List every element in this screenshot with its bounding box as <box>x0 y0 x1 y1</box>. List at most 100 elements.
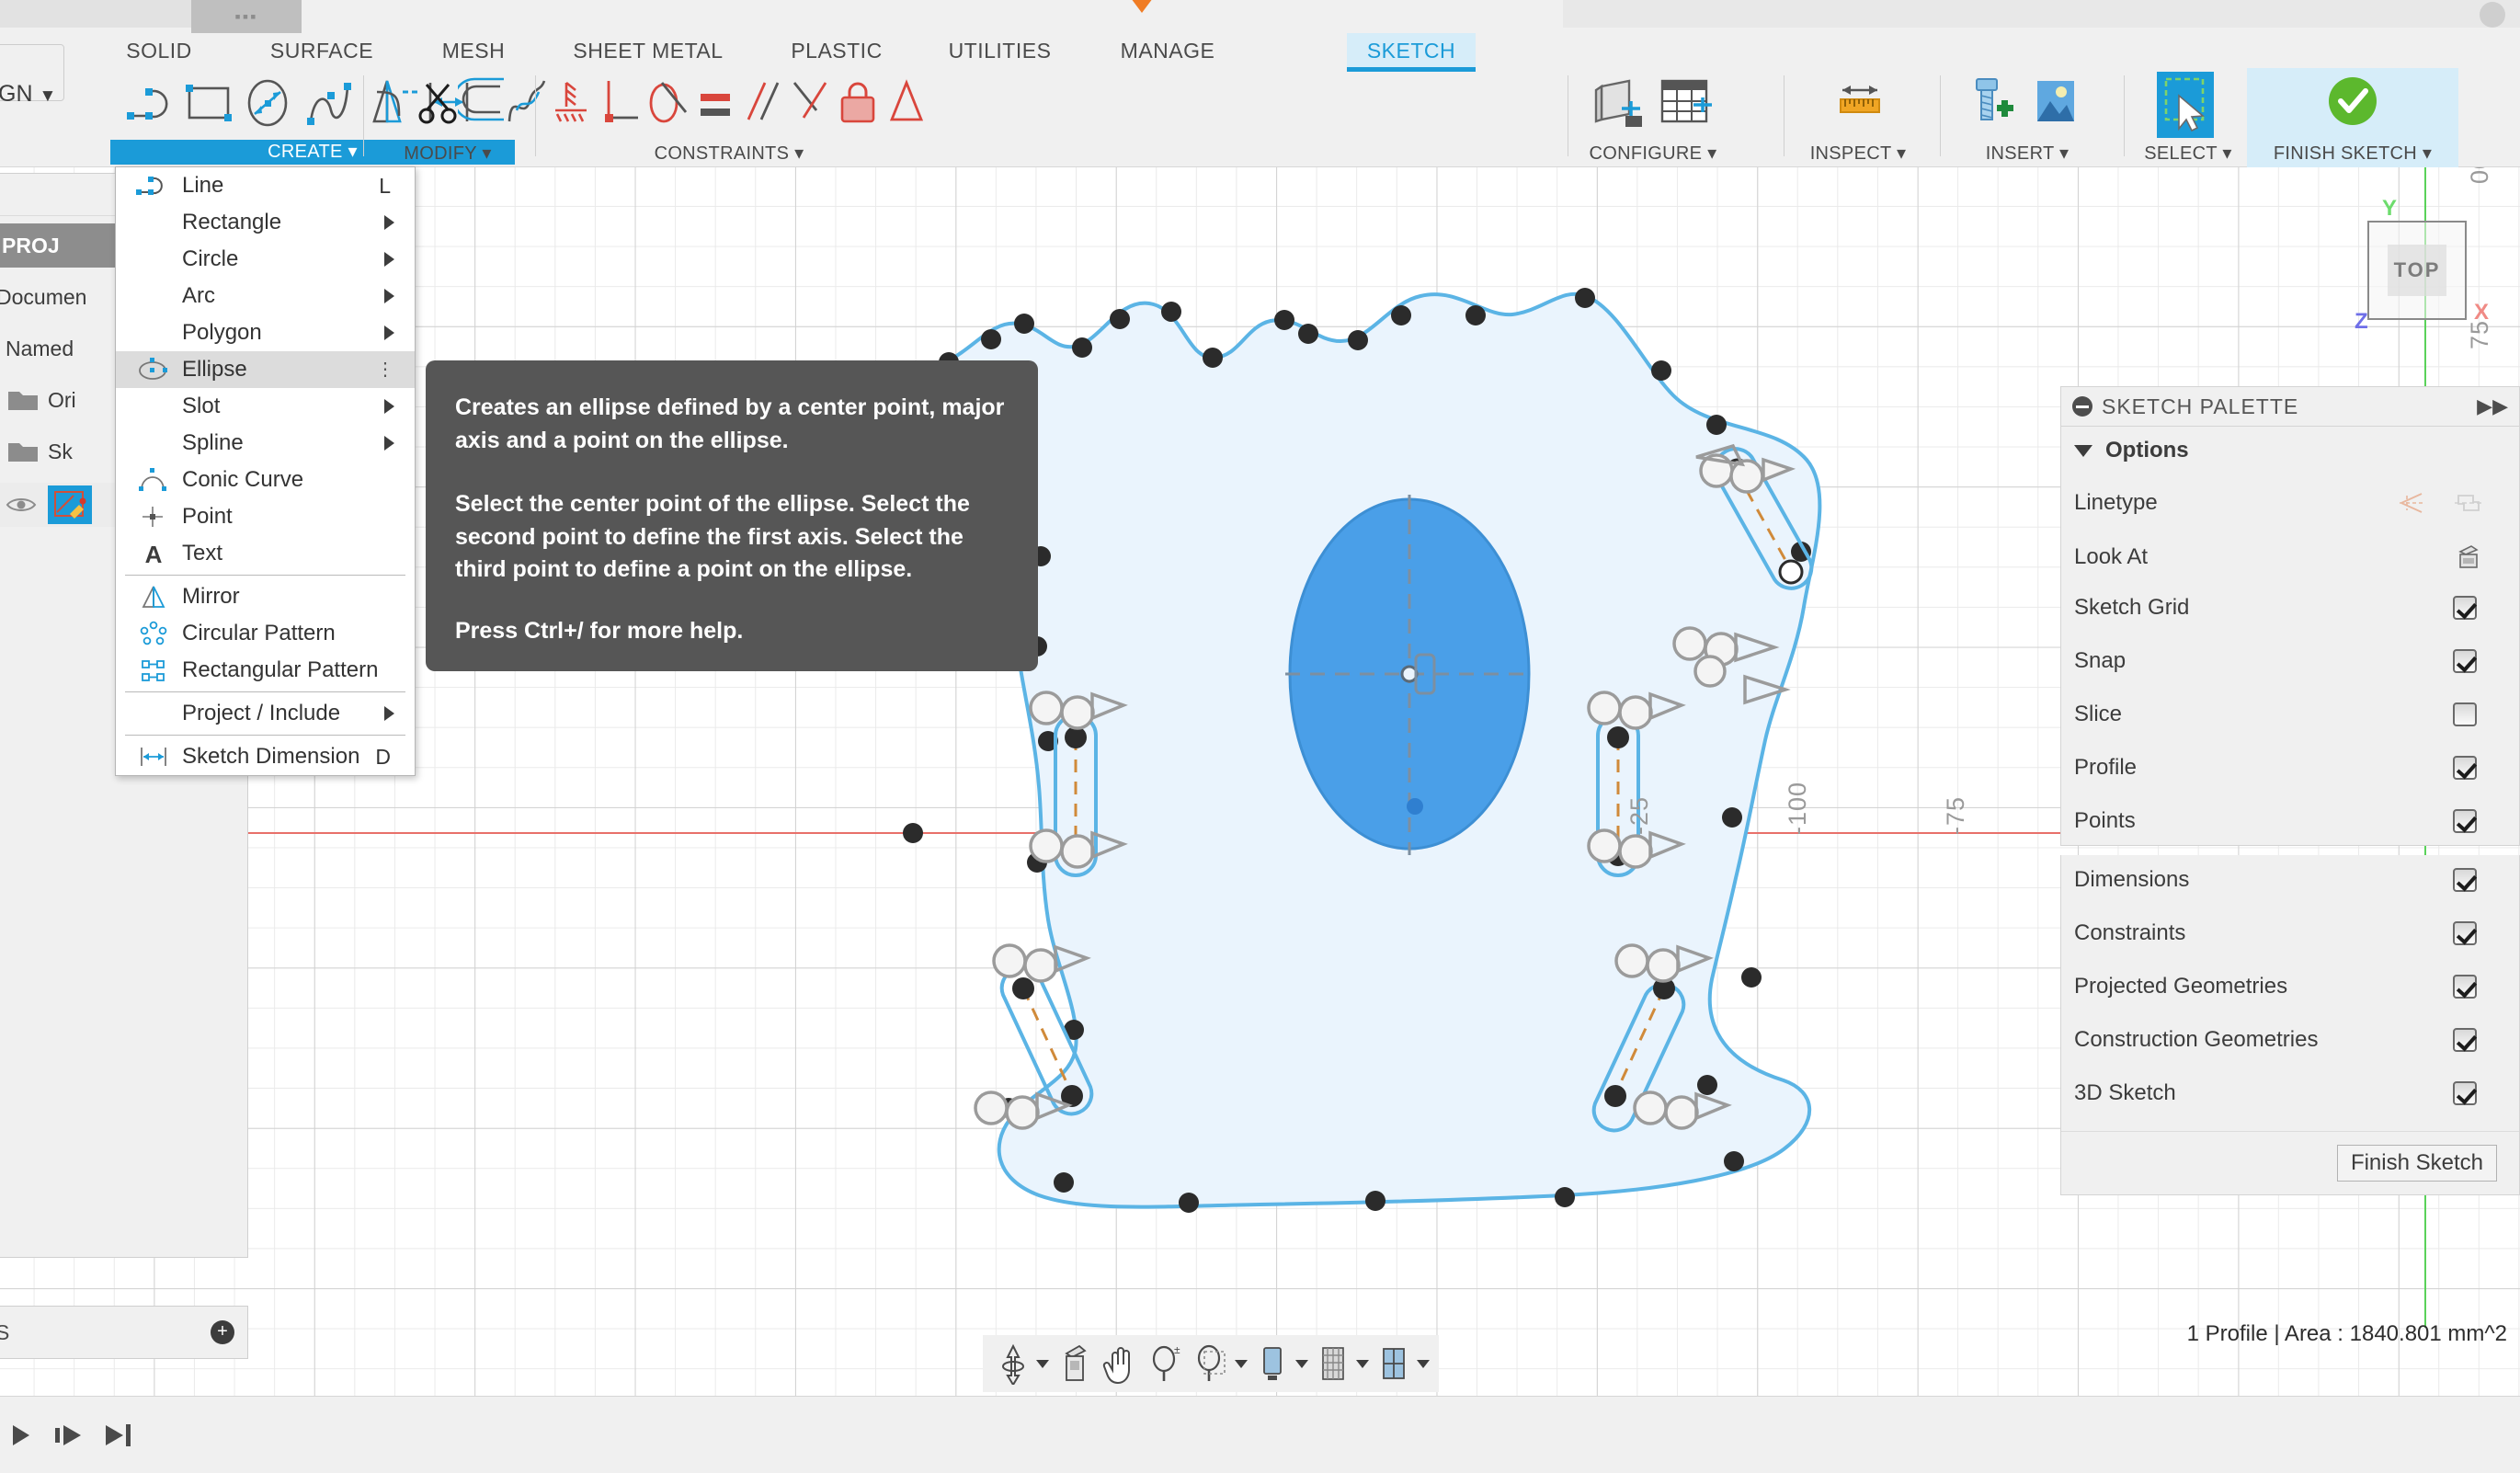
tool-constraint-coincident[interactable] <box>546 74 598 131</box>
menu-item-ellipse[interactable]: Ellipse ⋮ <box>116 351 415 388</box>
menu-item-rectangle[interactable]: Rectangle <box>116 204 415 241</box>
tab-surface[interactable]: SURFACE <box>248 33 395 68</box>
tool-insert-canvas[interactable] <box>2026 74 2083 131</box>
display-settings-icon[interactable] <box>1251 1342 1294 1386</box>
chevron-down-icon[interactable] <box>1235 1359 1248 1368</box>
zoom-window-icon[interactable] <box>1191 1342 1233 1386</box>
palette-row-snap: Snap <box>2074 645 2508 677</box>
menu-item-line[interactable]: Line L <box>116 167 415 204</box>
tab-utilities[interactable]: UTILITIES <box>919 33 1080 68</box>
zoom-icon[interactable]: ± <box>1145 1342 1187 1386</box>
orbit-icon[interactable] <box>992 1342 1034 1386</box>
menu-item-spline[interactable]: Spline <box>116 425 415 462</box>
eye-icon[interactable] <box>4 491 39 519</box>
view-cube-face-top[interactable]: TOP <box>2367 221 2467 320</box>
look-at-icon[interactable] <box>1053 1342 1095 1386</box>
double-chevron-right-icon[interactable]: ▶▶ <box>2477 394 2508 418</box>
tool-constraint-parallel[interactable] <box>737 74 789 131</box>
tool-constraint-midpoint[interactable] <box>785 74 837 131</box>
chevron-down-icon[interactable] <box>1295 1359 1308 1368</box>
menu-item-sketch-dimension[interactable]: Sketch Dimension D <box>116 738 415 775</box>
design-dropdown-label[interactable]: GN ▼ <box>0 81 56 108</box>
grid-snaps-icon[interactable] <box>1312 1342 1354 1386</box>
tool-finish-sketch[interactable] <box>2322 74 2383 131</box>
tool-constraint-equal[interactable] <box>690 74 741 131</box>
panel-insert: INSERT ▾ <box>1945 68 2109 167</box>
avatar[interactable] <box>2480 2 2505 28</box>
panel-label-configure[interactable]: CONFIGURE ▾ <box>1574 142 1732 165</box>
menu-item-project-include[interactable]: Project / Include <box>116 695 415 732</box>
palette-row-label: Snap <box>2074 648 2127 673</box>
chevron-down-icon[interactable] <box>1036 1359 1049 1368</box>
tool-configure-model[interactable] <box>1589 74 1651 131</box>
timeline-end-icon[interactable] <box>101 1413 140 1457</box>
checkbox-dimensions[interactable] <box>2453 868 2477 892</box>
menu-item-polygon[interactable]: Polygon <box>116 314 415 351</box>
sketch-palette-header[interactable]: SKETCH PALETTE ▶▶ <box>2060 386 2520 427</box>
panel-label-modify[interactable]: MODIFY ▾ <box>366 142 530 165</box>
tab-plastic[interactable]: PLASTIC <box>768 33 906 68</box>
checkbox-points[interactable] <box>2453 809 2477 833</box>
circle-minus-icon[interactable] <box>2072 396 2092 417</box>
tool-measure[interactable] <box>1831 74 1888 131</box>
tool-line[interactable] <box>125 74 177 131</box>
options-section-header[interactable]: Options <box>2074 438 2189 463</box>
chevron-down-icon[interactable] <box>1356 1359 1369 1368</box>
panel-label-constraints[interactable]: CONSTRAINTS ▾ <box>541 142 918 165</box>
pan-hand-icon[interactable] <box>1099 1342 1141 1386</box>
panel-label-select[interactable]: SELECT ▾ <box>2129 142 2247 165</box>
look-at-icon[interactable] <box>2453 544 2508 570</box>
viewports-icon[interactable] <box>1373 1342 1415 1386</box>
checkbox-sketch-grid[interactable] <box>2453 596 2477 620</box>
tool-circle[interactable] <box>242 74 293 131</box>
tab-manage[interactable]: MANAGE <box>1094 33 1241 68</box>
tool-arc[interactable] <box>303 74 355 131</box>
menu-item-conic-curve[interactable]: Conic Curve <box>116 462 415 498</box>
tool-constraint-tangent[interactable] <box>642 74 693 131</box>
panel-label-inspect[interactable]: INSPECT ▾ <box>1789 142 1927 165</box>
timeline-step-icon[interactable] <box>51 1413 90 1457</box>
chevron-down-icon[interactable] <box>1417 1359 1430 1368</box>
linetype-construction-icon[interactable] <box>2398 490 2453 516</box>
linetype-centerline-icon[interactable] <box>2453 490 2508 516</box>
menu-item-mirror[interactable]: Mirror <box>116 578 415 615</box>
checkbox-projected-geometries[interactable] <box>2453 975 2477 999</box>
panel-label-insert[interactable]: INSERT ▾ <box>1945 142 2109 165</box>
tab-mesh[interactable]: MESH <box>418 33 529 68</box>
tab-sketch[interactable]: SKETCH <box>1347 33 1476 72</box>
overflow-dots-icon[interactable]: ⋮ <box>376 360 394 379</box>
tab-solid[interactable]: SOLID <box>99 33 219 68</box>
finish-sketch-button[interactable]: Finish Sketch <box>2336 1144 2497 1182</box>
tool-configure-table[interactable] <box>1655 74 1717 131</box>
checkbox-profile[interactable] <box>2453 756 2477 780</box>
menu-item-circular-pattern[interactable]: Circular Pattern <box>116 615 415 652</box>
panel-label-finish-sketch[interactable]: FINISH SKETCH ▾ <box>2247 142 2458 165</box>
tool-constraint-fix[interactable] <box>833 74 884 131</box>
menu-item-text[interactable]: A Text <box>116 535 415 572</box>
timeline-play-icon[interactable] <box>6 1413 37 1457</box>
tab-sheet-metal[interactable]: SHEET METAL <box>542 33 754 68</box>
checkbox-constraints[interactable] <box>2453 921 2477 945</box>
add-comment-icon[interactable]: + <box>211 1320 234 1344</box>
view-cube[interactable]: TOP Y X Z <box>2355 196 2489 340</box>
checkbox-slice[interactable] <box>2453 702 2477 726</box>
menu-item-slot[interactable]: Slot <box>116 388 415 425</box>
checkbox-construction-geometries[interactable] <box>2453 1028 2477 1052</box>
chevron-down-icon: ▾ <box>2054 143 2070 164</box>
window-grabber[interactable]: ▪▪▪ <box>191 0 302 33</box>
tool-constraint-perpendicular[interactable] <box>594 74 645 131</box>
tool-insert-mcmaster[interactable] <box>1962 74 2019 131</box>
menu-item-point[interactable]: Point <box>116 498 415 535</box>
menu-item-arc[interactable]: Arc <box>116 278 415 314</box>
circular-pattern-icon <box>136 620 171 647</box>
create-dropdown-menu[interactable]: Line L Rectangle Circle Arc Polygon Elli… <box>115 166 416 776</box>
menu-item-rectangular-pattern[interactable]: Rectangular Pattern <box>116 652 415 689</box>
menu-item-circle[interactable]: Circle <box>116 241 415 278</box>
checkbox-3d-sketch[interactable] <box>2453 1081 2477 1105</box>
tool-constraint-symmetry[interactable] <box>881 74 932 131</box>
menu-item-shortcut: D <box>375 744 391 769</box>
tool-rectangle[interactable] <box>182 74 234 131</box>
comments-bar[interactable]: ENTS + <box>0 1306 248 1359</box>
tool-select[interactable] <box>2157 72 2214 138</box>
checkbox-snap[interactable] <box>2453 649 2477 673</box>
